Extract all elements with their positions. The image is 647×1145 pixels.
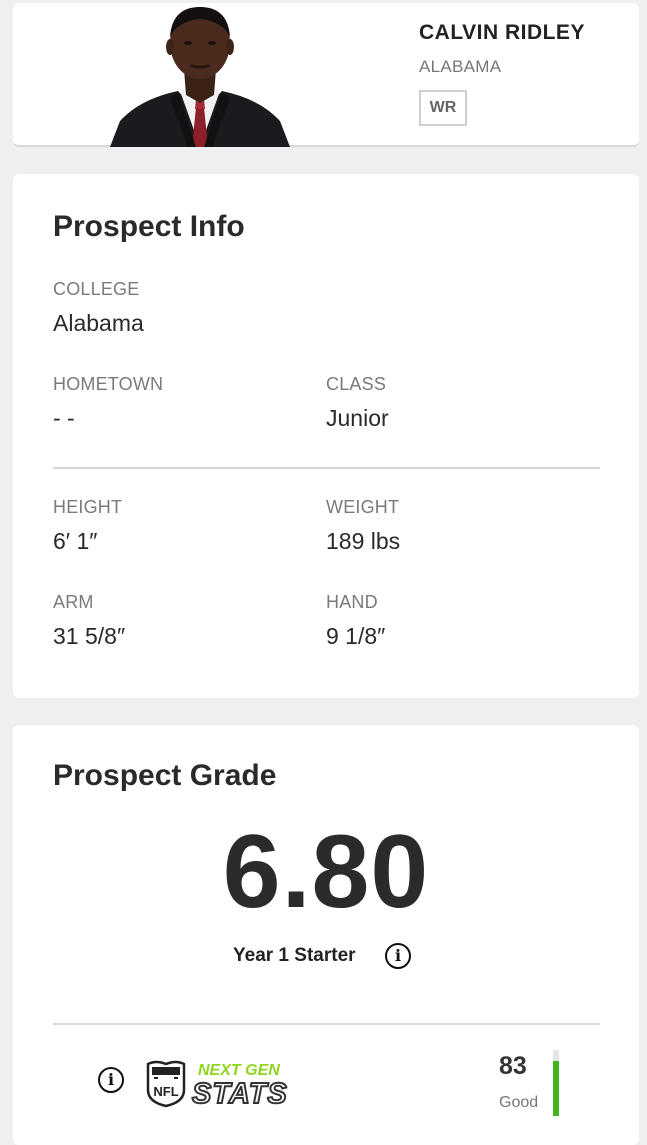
height-value: 6′ 1″ — [53, 528, 98, 554]
prospect-info-title: Prospect Info — [53, 210, 245, 243]
ngs-info-icon[interactable]: i — [98, 1067, 124, 1093]
college-value: Alabama — [53, 310, 144, 336]
height-label: HEIGHT — [53, 497, 123, 517]
nfl-shield-icon: NFL NEXT GEN STATS — [146, 1060, 288, 1111]
grade-info-icon[interactable]: i — [385, 943, 411, 969]
ngs-score: 83 — [499, 1052, 527, 1080]
next-gen-stats-logo: NFL NEXT GEN STATS — [146, 1058, 306, 1111]
hand-label: HAND — [326, 592, 378, 612]
weight-label: WEIGHT — [326, 497, 400, 517]
ngs-rating: Good — [499, 1094, 539, 1111]
grade-divider — [53, 1023, 600, 1025]
prospect-grade-card: Prospect Grade 6.80 Year 1 Starter i i N… — [13, 725, 639, 1145]
ngs-score-bar — [553, 1050, 559, 1116]
ngs-logo-bottom-text: STATS — [192, 1078, 288, 1108]
prospect-info-card: Prospect Info COLLEGE Alabama HOMETOWN -… — [13, 174, 639, 698]
svg-text:NFL: NFL — [153, 1084, 178, 1099]
class-label: CLASS — [326, 374, 387, 394]
info-divider — [53, 467, 600, 469]
hometown-label: HOMETOWN — [53, 374, 164, 394]
player-header-card: CALVIN RIDLEY ALABAMA WR — [13, 3, 639, 147]
prospect-grade-title: Prospect Grade — [53, 759, 277, 792]
ngs-logo-top-text: NEXT GEN — [198, 1062, 280, 1079]
position-badge: WR — [419, 90, 467, 126]
player-name: CALVIN RIDLEY — [419, 21, 585, 44]
hometown-value: - - — [53, 405, 75, 431]
hand-value: 9 1/8″ — [326, 623, 386, 649]
player-headshot — [110, 3, 290, 147]
player-school: ALABAMA — [419, 57, 502, 76]
prospect-grade-value: 6.80 — [222, 814, 430, 930]
college-label: COLLEGE — [53, 279, 140, 299]
grade-description: Year 1 Starter — [233, 945, 356, 966]
ngs-score-bar-fill — [553, 1061, 559, 1116]
arm-value: 31 5/8″ — [53, 623, 126, 649]
arm-label: ARM — [53, 592, 94, 612]
weight-value: 189 lbs — [326, 528, 401, 554]
class-value: Junior — [326, 405, 389, 431]
